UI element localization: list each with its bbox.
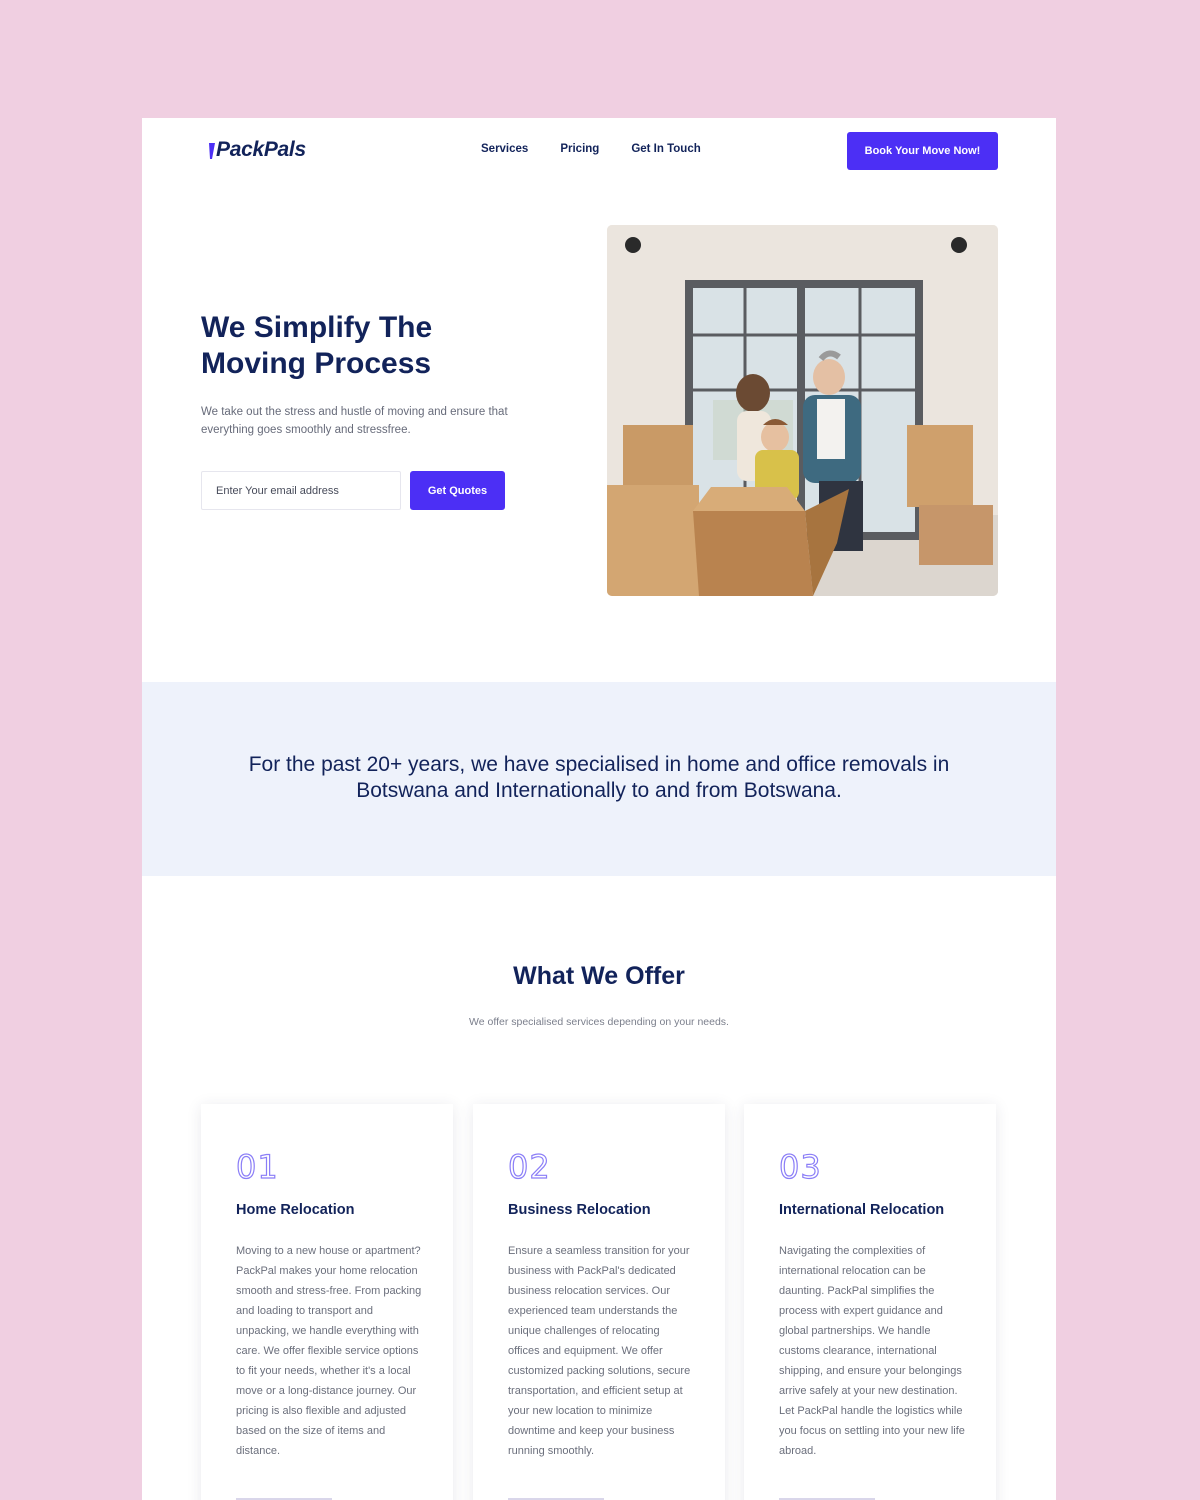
nav-link-pricing[interactable]: Pricing xyxy=(560,143,599,155)
brand-name: PackPals xyxy=(216,138,306,161)
service-card-business[interactable]: 02 Business Relocation Ensure a seamless… xyxy=(473,1104,725,1500)
logo-mark-icon xyxy=(209,143,215,159)
card-number: 03 xyxy=(778,1147,822,1186)
email-input[interactable] xyxy=(201,471,401,510)
card-title: International Relocation xyxy=(779,1202,945,1218)
hero-title: We Simplify The Moving Process xyxy=(201,311,433,380)
get-quotes-button[interactable]: Get Quotes xyxy=(410,471,505,510)
card-number: 02 xyxy=(507,1147,551,1186)
top-nav: PackPals Services Pricing Get In Touch B… xyxy=(142,118,1056,184)
hero-photo xyxy=(607,225,998,596)
card-body: Navigating the complexities of internati… xyxy=(779,1245,965,1457)
experience-statement: For the past 20+ years, we have speciali… xyxy=(248,753,950,802)
page-frame: PackPals Services Pricing Get In Touch B… xyxy=(142,118,1056,1500)
hero-subtitle: We take out the stress and hustle of mov… xyxy=(201,406,508,436)
nav-links: Services Pricing Get In Touch xyxy=(481,143,701,155)
offer-subtitle: We offer specialised services depending … xyxy=(469,1016,729,1028)
book-move-button[interactable]: Book Your Move Now! xyxy=(847,132,998,170)
service-card-international[interactable]: 03 International Relocation Navigating t… xyxy=(744,1104,996,1500)
card-title: Business Relocation xyxy=(508,1202,651,1218)
offer-title: What We Offer xyxy=(513,962,685,990)
experience-band: For the past 20+ years, we have speciali… xyxy=(142,682,1056,876)
nav-link-get-in-touch[interactable]: Get In Touch xyxy=(631,143,700,155)
card-body: Moving to a new house or apartment? Pack… xyxy=(236,1245,422,1457)
brand-logo[interactable]: PackPals xyxy=(208,138,306,162)
service-card-home[interactable]: 01 Home Relocation Moving to a new house… xyxy=(201,1104,453,1500)
nav-link-services[interactable]: Services xyxy=(481,143,528,155)
card-number: 01 xyxy=(235,1147,279,1186)
family-moving-illustration xyxy=(607,225,998,596)
card-body: Ensure a seamless transition for your bu… xyxy=(508,1245,691,1457)
card-title: Home Relocation xyxy=(236,1202,355,1218)
